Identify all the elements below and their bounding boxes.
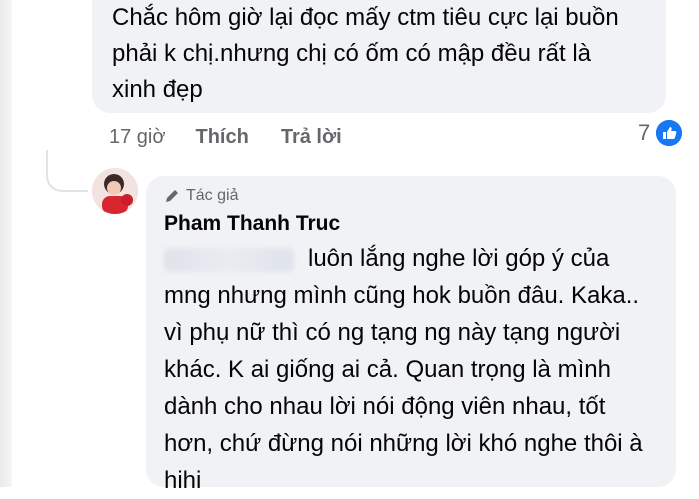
reply-line: hihi — [164, 467, 202, 494]
reply-line: hơn, chứ đừng nói những lời khó nghe thô… — [164, 430, 643, 457]
like-icon — [656, 120, 683, 146]
parent-comment-line: xinh đẹp — [112, 76, 203, 103]
comment-actions: 17 giờ Thích Trả lời — [109, 122, 374, 152]
author-badge-label: Tác giả — [186, 187, 239, 204]
reaction-summary[interactable]: 7 — [638, 120, 683, 146]
reaction-count: 7 — [638, 120, 651, 145]
parent-comment-text: Chắc hôm giờ lại đọc mấy ctm tiêu cực lạ… — [112, 0, 652, 108]
left-edge — [0, 0, 12, 487]
reply-line: vì phụ nữ thì có ng tạng ng này tạng ngư… — [164, 319, 621, 346]
reply-button[interactable]: Trả lời — [281, 126, 342, 149]
reply-line: dành cho nhau lời nói động viên nhau, tố… — [164, 393, 606, 420]
parent-comment-line: Chắc hôm giờ lại đọc mấy ctm tiêu cực lạ… — [112, 4, 619, 31]
reply-line: mng nhưng mình cũng hok buồn đâu. Kaka.. — [164, 282, 640, 309]
redacted-mention — [164, 247, 294, 272]
avatar[interactable] — [92, 168, 138, 214]
like-button[interactable]: Thích — [195, 126, 248, 149]
author-name[interactable]: Pham Thanh Truc — [164, 212, 340, 236]
parent-comment-line: phải k chị.nhưng chị có ốm có mập đều rấ… — [112, 40, 591, 67]
thread-connector — [46, 150, 88, 192]
pencil-icon — [166, 190, 178, 202]
author-badge: Tác giả — [164, 187, 238, 205]
reply-comment-text: luôn lắng nghe lời góp ý của mng nhưng m… — [164, 240, 664, 499]
reply-line: khác. K ai giống ai cả. Quan trọng là mì… — [164, 356, 611, 383]
reply-line: luôn lắng nghe lời góp ý của — [164, 240, 664, 277]
reply-line-text: luôn lắng nghe lời góp ý của — [308, 245, 610, 272]
comment-timestamp[interactable]: 17 giờ — [109, 126, 165, 149]
